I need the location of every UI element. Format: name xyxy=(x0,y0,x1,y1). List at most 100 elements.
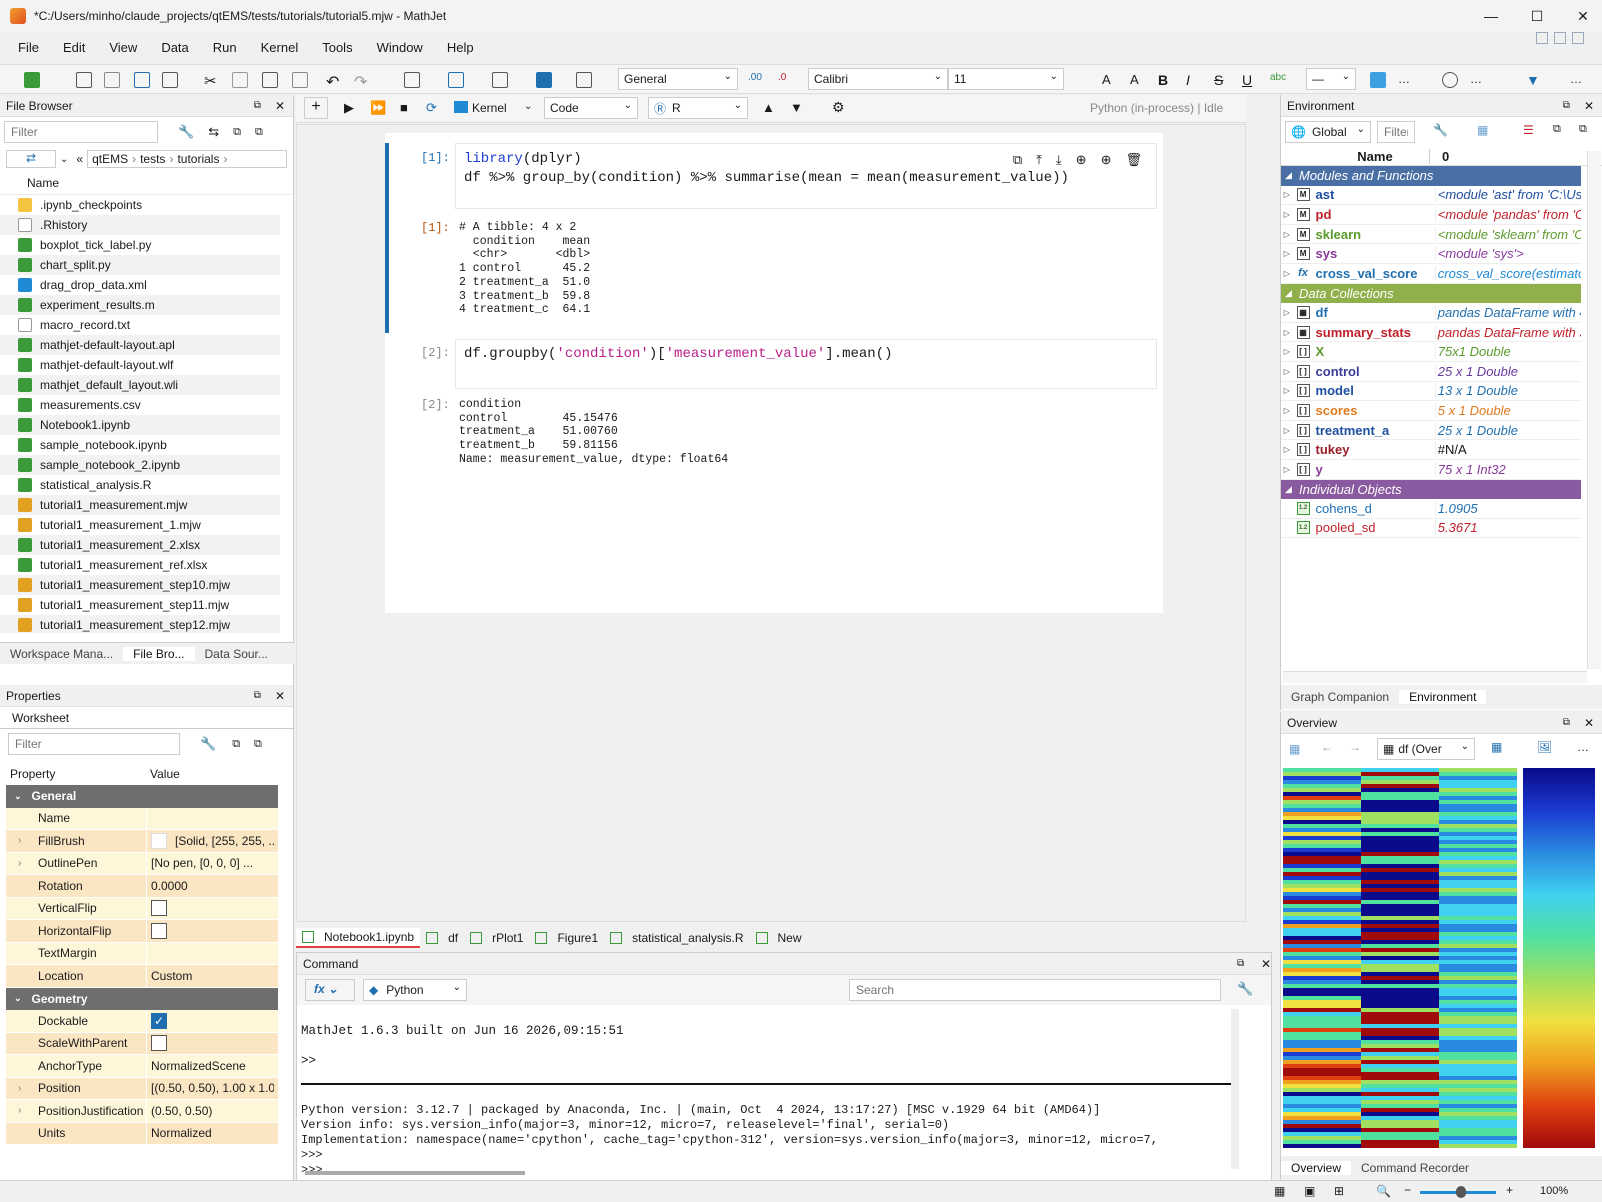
back-nav-icon[interactable]: ⇄ xyxy=(6,150,56,168)
env-variable-row[interactable]: ▷[ ] X 75x1 Double xyxy=(1281,342,1581,362)
scope-combo[interactable]: 🌐 Global ⌄ xyxy=(1285,121,1371,143)
code-cell[interactable]: df.groupby('condition')['measurement_val… xyxy=(455,339,1157,389)
env-variable-row[interactable]: ▷ Msklearn <module 'sklearn' from 'C xyxy=(1281,225,1581,245)
expand-icon[interactable]: ▷ xyxy=(1281,210,1293,219)
wrench-icon[interactable]: 🔧 xyxy=(1237,981,1253,997)
image-icon[interactable] xyxy=(576,72,592,88)
float-panel-icon[interactable]: ⧉ xyxy=(1563,100,1570,111)
expand-icon[interactable]: ▷ xyxy=(1281,445,1293,454)
menu-file[interactable]: File xyxy=(6,40,51,55)
env-variable-row[interactable]: ▷[ ] control 25 x 1 Double xyxy=(1281,362,1581,382)
env-variable-row[interactable]: ▷ ▦ df pandas DataFrame with 4 xyxy=(1281,303,1581,323)
insert-above-icon[interactable]: ⊕ xyxy=(1076,152,1087,168)
expand-icon[interactable]: ▷ xyxy=(1281,249,1293,258)
close-panel-icon[interactable]: ✕ xyxy=(1584,99,1594,113)
colormap-icon[interactable]: ▦ xyxy=(1491,740,1502,754)
overview-heatmap[interactable] xyxy=(1283,768,1595,1148)
file-item[interactable]: chart_split.py xyxy=(0,255,280,275)
float-panel-icon[interactable]: ⧉ xyxy=(1563,717,1570,728)
float-panel-icon[interactable]: ⧉ xyxy=(254,690,261,701)
align-icon[interactable] xyxy=(536,72,552,88)
file-item[interactable]: tutorial1_measurement_1.mjw xyxy=(0,515,280,535)
expand-icon[interactable]: ▷ xyxy=(1281,308,1293,317)
menu-kernel[interactable]: Kernel xyxy=(249,40,311,55)
property-row[interactable]: Location Custom xyxy=(6,965,278,988)
file-item[interactable]: sample_notebook_2.ipynb xyxy=(0,455,280,475)
more-icon-3[interactable]: … xyxy=(1570,72,1586,88)
env-variable-row[interactable]: ▷ fx cross_val_score cross_val_score(estima… xyxy=(1281,264,1581,284)
env-variable-row[interactable]: ▷[ ] model 13 x 1 Double xyxy=(1281,382,1581,402)
env-variable-row[interactable]: ▷ Mast <module 'ast' from 'C:\Us xyxy=(1281,186,1581,206)
property-row[interactable]: Name xyxy=(6,807,278,830)
filter-icon[interactable]: ▼ xyxy=(1526,72,1542,88)
file-item[interactable]: drag_drop_data.xml xyxy=(0,275,280,295)
cell-type-combo[interactable]: Code ⌄ xyxy=(544,97,638,119)
settings-icon[interactable]: ⚙ xyxy=(832,99,845,116)
back-icon[interactable]: ← xyxy=(1321,740,1333,754)
expand-icon[interactable]: › xyxy=(18,858,21,869)
panel-tab[interactable]: Data Sour... xyxy=(195,647,278,661)
menu-data[interactable]: Data xyxy=(149,40,200,55)
file-item[interactable]: tutorial1_measurement_step10.mjw xyxy=(0,575,280,595)
paste-icon[interactable]: ⧉ xyxy=(254,738,262,751)
checkbox[interactable] xyxy=(151,1035,167,1052)
table-icon[interactable] xyxy=(404,72,420,88)
file-item[interactable]: measurements.csv xyxy=(0,395,280,415)
property-value[interactable]: [(0.50, 0.50), 1.00 x 1.00] xyxy=(146,1077,274,1099)
property-value[interactable]: 0.0000 xyxy=(146,875,274,897)
new-icon[interactable] xyxy=(24,72,40,88)
run-all-icon[interactable]: ⏩ xyxy=(370,100,386,116)
grow-font-icon[interactable]: A xyxy=(1102,72,1118,88)
zoom-out-icon[interactable]: − xyxy=(1404,1183,1411,1197)
panel-tab[interactable]: Graph Companion xyxy=(1281,690,1399,704)
panel-tab[interactable]: Workspace Mana... xyxy=(0,647,123,661)
file-item[interactable]: .ipynb_checkpoints xyxy=(0,195,280,215)
collapse-icon[interactable]: ⌄ xyxy=(14,993,22,1004)
grid-view-icon[interactable]: ▦ xyxy=(1477,123,1488,137)
console-scrollbar[interactable] xyxy=(1231,1009,1239,1169)
property-section[interactable]: ⌄ General xyxy=(6,785,278,808)
more-icon[interactable]: … xyxy=(1577,740,1589,754)
env-category[interactable]: ◢ Modules and Functions xyxy=(1281,166,1581,186)
property-row[interactable]: HorizontalFlip xyxy=(6,920,278,943)
file-filter-input[interactable] xyxy=(4,121,158,143)
run-cell-icon[interactable]: ▶ xyxy=(344,100,354,116)
sync-icon[interactable]: ⇆ xyxy=(208,124,219,140)
property-row[interactable]: VerticalFlip xyxy=(6,897,278,920)
format-combo[interactable]: General ⌄ xyxy=(618,68,738,90)
print-icon[interactable] xyxy=(162,72,178,88)
breadcrumb[interactable]: qtEMS › tests › tutorials › xyxy=(87,150,288,168)
expand-icon[interactable]: ▷ xyxy=(1281,347,1293,356)
shrink-font-icon[interactable]: A xyxy=(1130,72,1146,88)
expand-icon[interactable]: ▷ xyxy=(1281,367,1293,376)
name-column-header[interactable]: Name xyxy=(0,171,293,195)
open-icon[interactable] xyxy=(76,72,92,88)
env-hscrollbar[interactable] xyxy=(1283,671,1587,683)
bold-icon[interactable]: B xyxy=(1158,72,1174,88)
env-variable-row[interactable]: ▷ Mpd <module 'pandas' from 'C xyxy=(1281,205,1581,225)
document-tab[interactable]: df xyxy=(420,928,464,948)
worksheet-tab[interactable]: Worksheet xyxy=(0,707,293,729)
menu-window[interactable]: Window xyxy=(365,40,435,55)
panel-tab[interactable]: Overview xyxy=(1281,1161,1352,1175)
close-button[interactable]: ✕ xyxy=(1560,0,1602,32)
layout-icon[interactable]: ▣ xyxy=(1304,1184,1315,1198)
chart-icon[interactable] xyxy=(492,72,508,88)
env-variable-row[interactable]: 1.2 pooled_sd 5.3671 xyxy=(1281,519,1581,539)
expand-icon[interactable]: ▷ xyxy=(1281,269,1293,278)
delete-icon[interactable] xyxy=(292,72,308,88)
property-row[interactable]: › OutlinePen [No pen, [0, 0, 0] ... xyxy=(6,852,278,875)
env-variable-row[interactable]: 1.2 cohens_d 1.0905 xyxy=(1281,499,1581,519)
close-panel-icon[interactable]: ✕ xyxy=(1584,716,1594,730)
property-value[interactable] xyxy=(146,942,274,964)
settings-icon[interactable] xyxy=(1442,72,1458,88)
property-value[interactable]: NormalizedScene xyxy=(146,1055,274,1077)
expand-icon[interactable]: › xyxy=(18,1083,21,1094)
font-size-combo[interactable]: 11 ⌄ xyxy=(948,68,1064,90)
copy-cell-icon[interactable]: ⧉ xyxy=(1013,152,1022,168)
file-item[interactable]: Notebook1.ipynb xyxy=(0,415,280,435)
line-style-combo[interactable]: — ⌄ xyxy=(1306,68,1356,90)
property-row[interactable]: TextMargin xyxy=(6,942,278,965)
collapse-icon[interactable]: ◢ xyxy=(1285,484,1292,495)
strikethrough-icon[interactable]: S xyxy=(1214,72,1230,88)
